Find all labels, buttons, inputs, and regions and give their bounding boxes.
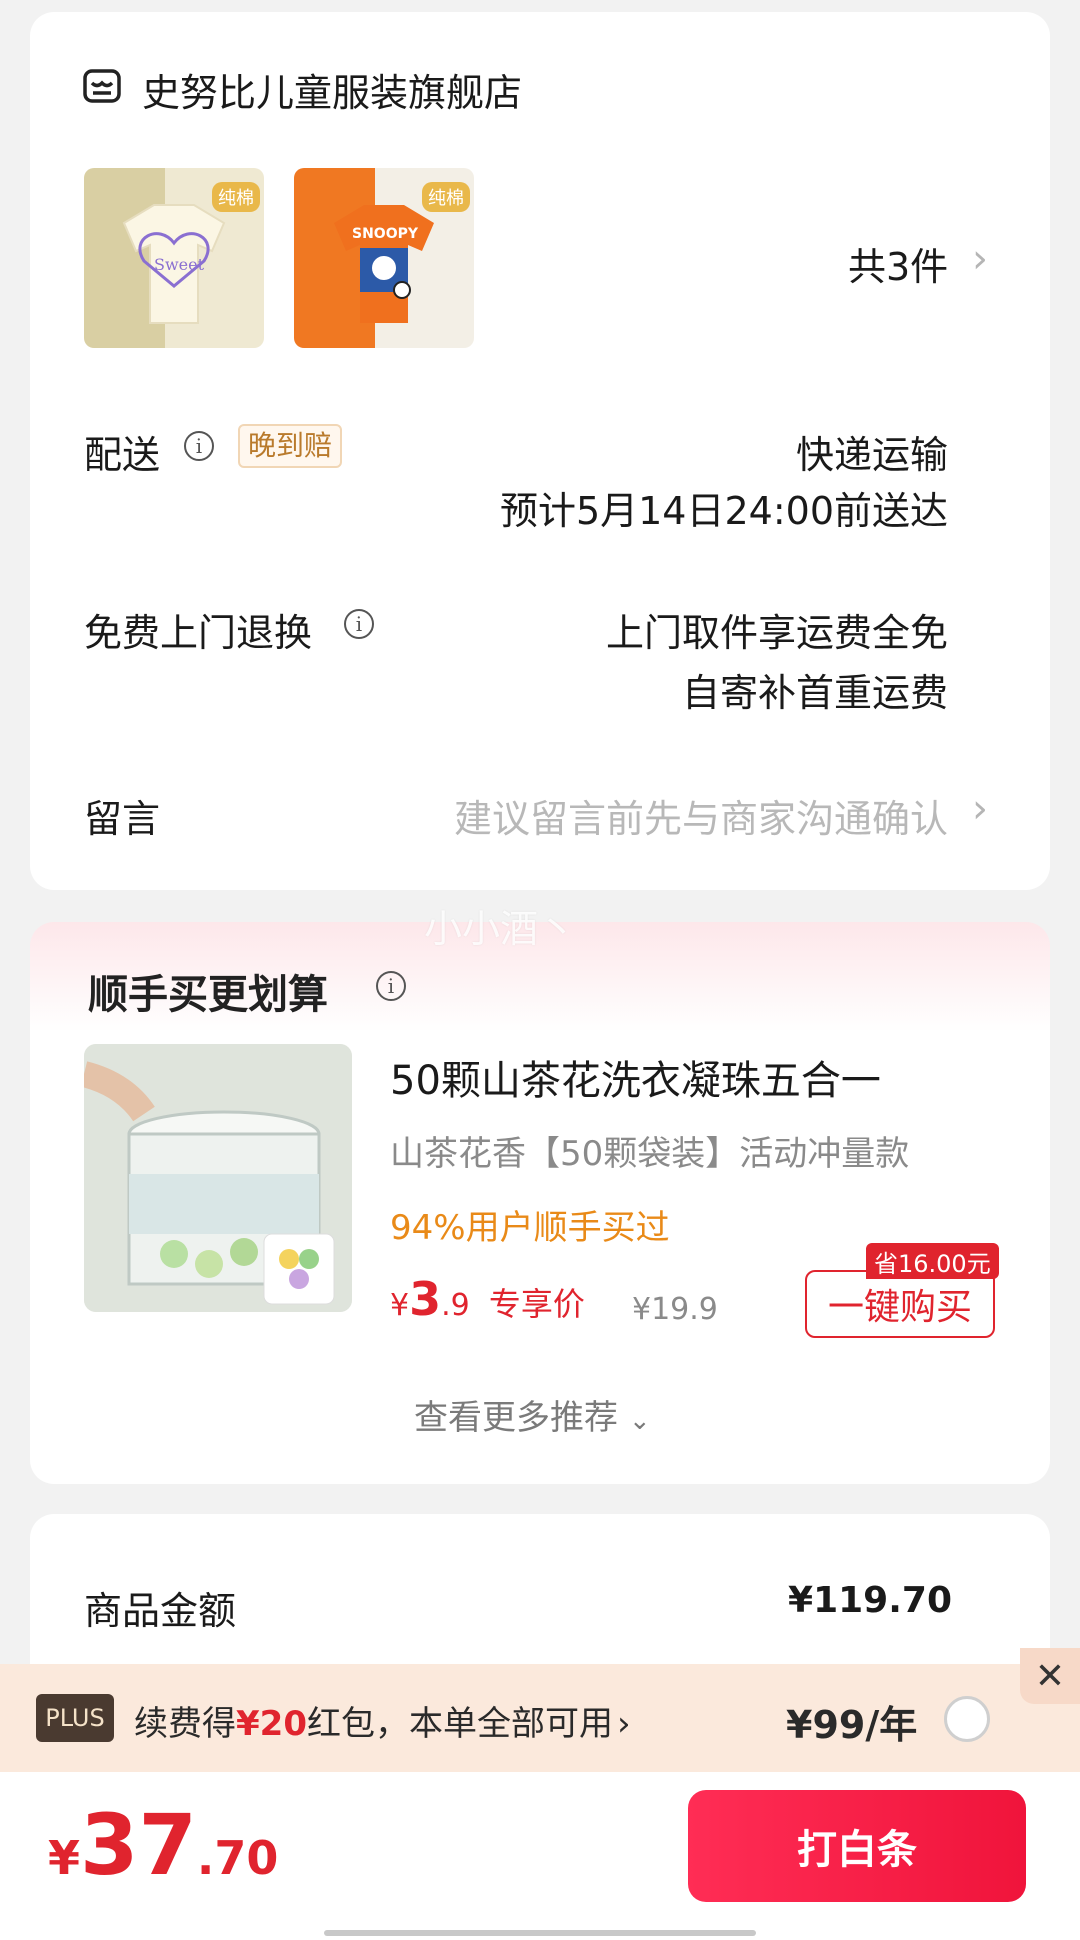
info-icon[interactable]: i (344, 609, 374, 639)
chevron-right-icon: › (972, 786, 988, 832)
social-proof: 94%用户顺手买过 (390, 1208, 670, 1248)
svg-text:Sweet: Sweet (154, 255, 205, 274)
recommend-product-title[interactable]: 50颗山茶花洗衣凝珠五合一 (390, 1048, 881, 1106)
chevron-right-icon: › (972, 236, 988, 282)
plus-text-amount: ¥20 (236, 1704, 307, 1744)
price-label: 专享价 (488, 1285, 585, 1323)
chevron-down-icon: ⌄ (628, 1406, 651, 1436)
goods-amount-label: 商品金额 (84, 1589, 237, 1633)
store-icon (82, 66, 122, 110)
total-currency: ¥ (48, 1831, 81, 1885)
free-return-label: 免费上门退换 (84, 611, 313, 655)
plus-select-radio[interactable] (944, 1696, 990, 1742)
delivery-eta: 预计5月14日24:00前送达 (499, 489, 948, 533)
total-price: ¥37.70 (48, 1796, 278, 1894)
goods-amount-value: ¥119.70 (788, 1580, 952, 1621)
see-more-link[interactable]: 查看更多推荐 ⌄ (414, 1390, 651, 1439)
store-name[interactable]: 史努比儿童服装旗舰店 (142, 62, 522, 117)
message-field[interactable]: 建议留言前先与商家沟通确认 (454, 788, 948, 843)
thumb-tag: 纯棉 (212, 182, 260, 212)
total-decimal: .70 (196, 1831, 279, 1885)
original-price: ¥19.9 (632, 1292, 718, 1327)
message-label: 留言 (84, 797, 161, 841)
plus-badge: PLUS (36, 1694, 114, 1742)
chevron-right-icon: › (616, 1704, 631, 1744)
product-thumbnail[interactable]: SNOOPY 纯棉 (294, 168, 474, 348)
pay-button[interactable]: 打白条 (688, 1790, 1026, 1902)
recommend-product-variant: 山茶花香【50颗袋装】活动冲量款 (390, 1134, 910, 1174)
watermark: 小小酒丶 (424, 907, 577, 951)
save-amount-badge: 省16.00元 (866, 1243, 999, 1279)
plus-price: ¥99/年 (786, 1703, 918, 1747)
price-decimal: .9 (441, 1288, 470, 1323)
return-policy-line1: 上门取件享运费全免 (605, 611, 948, 655)
late-compensation-badge[interactable]: 晚到赔 (238, 424, 343, 468)
close-icon[interactable]: ✕ (1020, 1648, 1080, 1704)
thumb-brand: SNOOPY (352, 226, 419, 242)
delivery-method[interactable]: 快递运输 (796, 424, 948, 479)
price-integer: 3 (409, 1272, 442, 1326)
price-currency: ¥ (390, 1288, 410, 1323)
plus-promo-text: 续费得¥20红包，本单全部可用 › (134, 1696, 631, 1745)
thumb-tag: 纯棉 (422, 182, 470, 212)
return-policy-line2: 自寄补首重运费 (681, 671, 948, 715)
recommend-title: 顺手买更划算 (88, 972, 328, 1018)
recommend-product-image[interactable] (84, 1044, 352, 1312)
see-more-label: 查看更多推荐 (414, 1398, 618, 1438)
recommend-price: ¥3.9 专享价 (390, 1272, 585, 1326)
one-click-buy-button[interactable]: 一键购买 (805, 1270, 995, 1338)
home-indicator[interactable] (324, 1930, 756, 1936)
delivery-label: 配送 (84, 433, 161, 477)
item-count[interactable]: 共3件 (848, 236, 948, 291)
info-icon[interactable]: i (376, 971, 406, 1001)
info-icon[interactable]: i (184, 431, 214, 461)
plus-text-post: 红包，本单全部可用 (306, 1704, 613, 1744)
total-integer: 37 (80, 1796, 197, 1894)
plus-text-pre: 续费得 (134, 1704, 236, 1744)
product-thumbnail[interactable]: Sweet 纯棉 (84, 168, 264, 348)
